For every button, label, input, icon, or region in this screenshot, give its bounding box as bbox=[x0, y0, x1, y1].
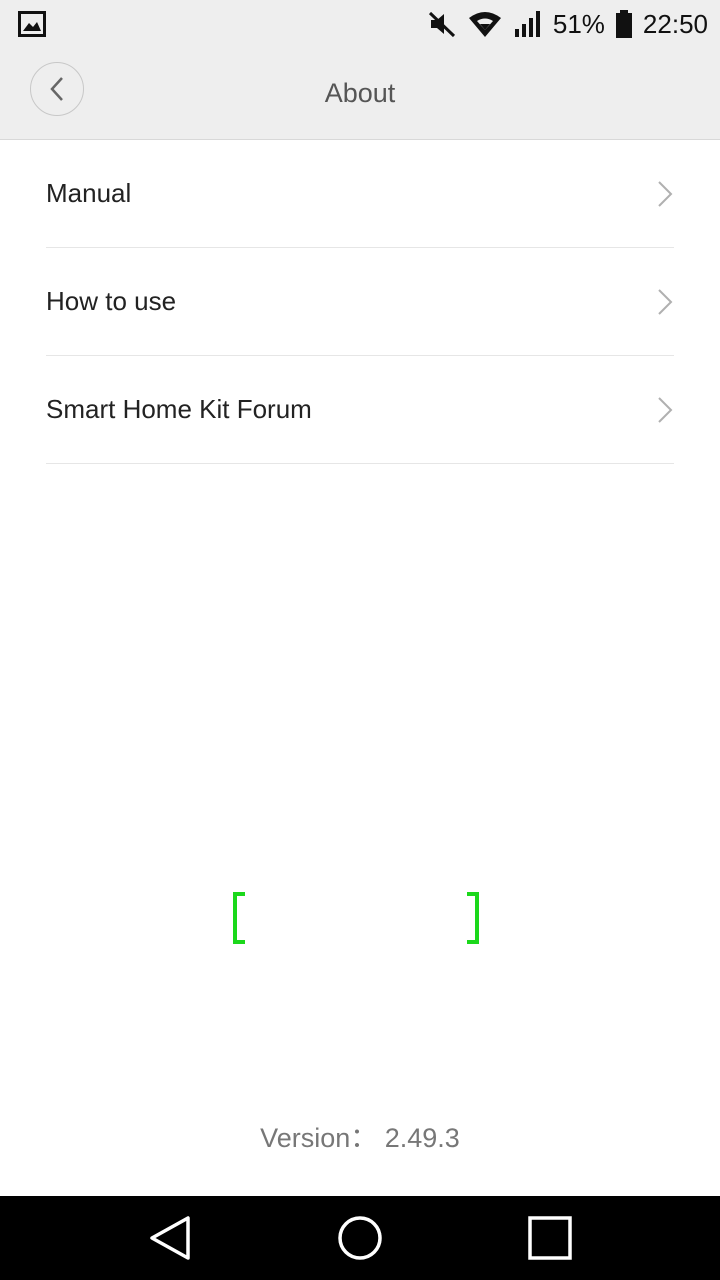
right-bracket-marker bbox=[467, 892, 479, 944]
battery-percent: 51% bbox=[552, 8, 605, 39]
chevron-left-icon bbox=[50, 77, 63, 101]
battery-icon bbox=[615, 10, 632, 38]
chevron-right-icon bbox=[658, 181, 673, 207]
menu-list: Manual How to use Smart Home Kit Forum bbox=[46, 140, 674, 464]
menu-item-manual[interactable]: Manual bbox=[46, 140, 674, 248]
gallery-icon bbox=[18, 11, 46, 37]
clock: 22:50 bbox=[642, 8, 708, 39]
nav-recent-icon bbox=[528, 1216, 572, 1260]
signal-icon bbox=[514, 11, 540, 37]
left-bracket-marker bbox=[233, 892, 245, 944]
back-button[interactable] bbox=[30, 62, 84, 116]
mute-icon bbox=[428, 11, 455, 38]
menu-item-forum[interactable]: Smart Home Kit Forum bbox=[46, 356, 674, 464]
page-title: About bbox=[324, 78, 396, 108]
menu-item-label: How to use bbox=[46, 286, 177, 316]
nav-back-icon bbox=[150, 1216, 190, 1260]
nav-back-button[interactable] bbox=[120, 1196, 220, 1280]
chevron-right-icon bbox=[658, 397, 673, 423]
nav-recent-button[interactable] bbox=[500, 1196, 600, 1280]
nav-home-button[interactable] bbox=[310, 1196, 410, 1280]
navigation-bar bbox=[0, 1196, 720, 1280]
chevron-right-icon bbox=[658, 289, 673, 315]
version-text: Version： 2.49.3 bbox=[260, 1123, 460, 1153]
nav-home-icon bbox=[338, 1216, 382, 1260]
wifi-icon bbox=[468, 12, 501, 37]
menu-item-label: Manual bbox=[46, 178, 132, 208]
menu-item-label: Smart Home Kit Forum bbox=[46, 394, 312, 424]
menu-item-how-to-use[interactable]: How to use bbox=[46, 248, 674, 356]
status-bar: 51% 22:50 bbox=[0, 0, 720, 48]
title-bar: About bbox=[0, 48, 720, 140]
